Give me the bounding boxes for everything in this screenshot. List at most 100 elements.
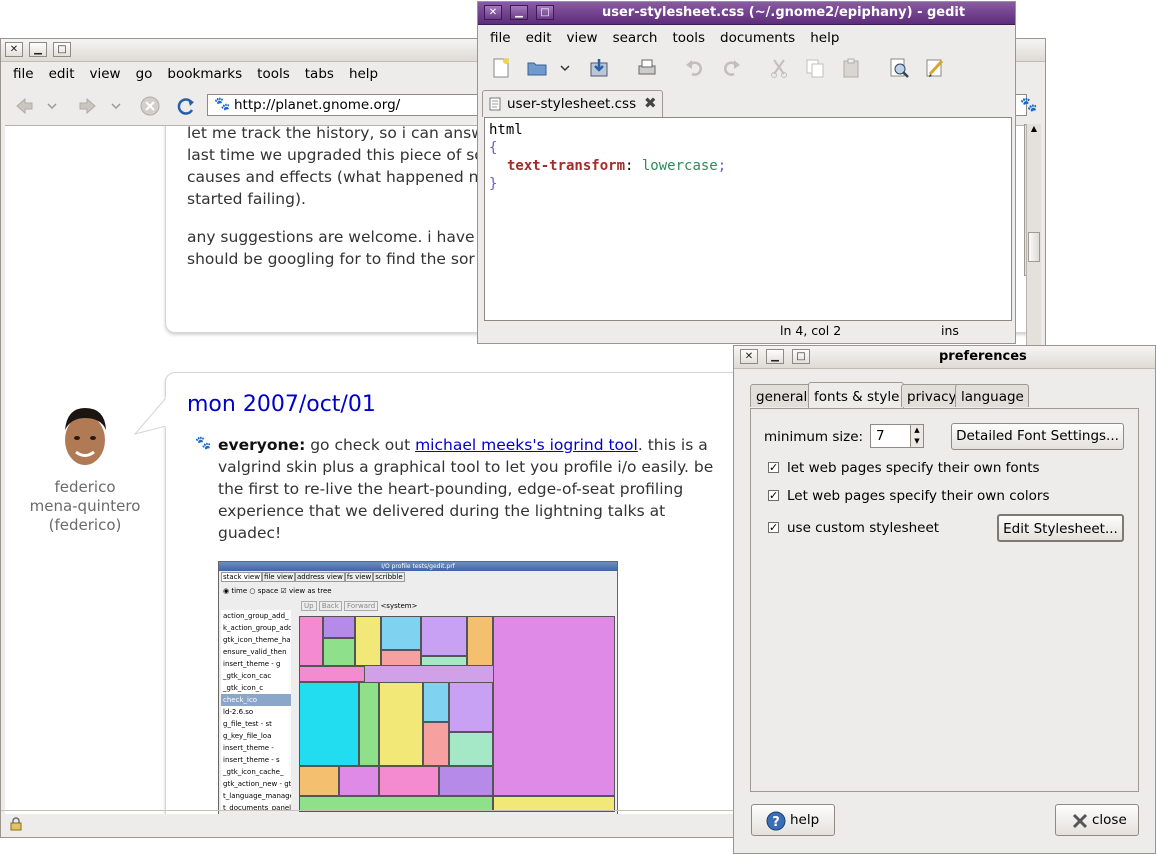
gedit-menu-documents[interactable]: documents xyxy=(713,27,803,46)
iogrind-tree-item[interactable]: _gtk_icon_c xyxy=(221,682,291,694)
iogrind-treemap-tile[interactable] xyxy=(339,766,379,796)
minimize-window-button[interactable]: ▁ xyxy=(766,349,784,364)
forward-history-chevron-icon[interactable] xyxy=(109,95,123,117)
iogrind-tree-item[interactable]: _gtk_icon_cache_ xyxy=(221,766,291,778)
iogrind-tree-item[interactable]: k_action_group_add xyxy=(221,622,291,634)
minimize-window-button[interactable]: ▁ xyxy=(29,42,47,57)
spin-arrows[interactable]: ▲ ▼ xyxy=(910,425,923,447)
checkbox-custom-stylesheet[interactable]: ✓ xyxy=(768,522,779,533)
undo-icon[interactable] xyxy=(684,57,706,79)
minimum-size-spinner[interactable]: 7 ▲ ▼ xyxy=(870,424,924,448)
iogrind-treemap-tile[interactable] xyxy=(299,766,339,796)
iogrind-link[interactable]: michael meeks's iogrind tool xyxy=(415,436,638,454)
checkbox-colors-label[interactable]: Let web pages specify their own colors xyxy=(787,488,1049,504)
post-date-heading[interactable]: mon 2007/oct/01 xyxy=(187,392,376,417)
document-tab[interactable]: user-stylesheet.css ✖ xyxy=(482,90,663,117)
iogrind-tree-item[interactable]: insert_theme - s xyxy=(221,754,291,766)
maximize-window-button[interactable]: □ xyxy=(53,42,71,57)
iogrind-treemap-tile[interactable] xyxy=(359,682,379,766)
iogrind-treemap-tile[interactable] xyxy=(323,616,355,638)
menu-help[interactable]: help xyxy=(342,63,386,82)
menu-tools[interactable]: tools xyxy=(250,63,298,82)
browser-scroll-up-arrow[interactable]: ▲ xyxy=(1028,124,1040,138)
iogrind-treemap-tile[interactable] xyxy=(323,638,355,666)
browser-scroll-thumb[interactable] xyxy=(1028,232,1040,262)
menu-tabs[interactable]: tabs xyxy=(298,63,342,82)
tab-privacy[interactable]: privacy xyxy=(901,384,962,407)
find-icon[interactable] xyxy=(888,57,910,79)
iogrind-treemap-tile[interactable] xyxy=(379,682,423,766)
maximize-window-button[interactable]: □ xyxy=(792,349,810,364)
iogrind-treemap-tile[interactable] xyxy=(423,722,449,766)
menu-edit[interactable]: edit xyxy=(42,63,83,82)
iogrind-treemap-tile[interactable] xyxy=(467,616,493,666)
iogrind-treemap-tile[interactable] xyxy=(299,682,359,766)
menu-bookmarks[interactable]: bookmarks xyxy=(160,63,250,82)
iogrind-treemap-tile[interactable] xyxy=(299,666,365,682)
forward-arrow-icon[interactable] xyxy=(77,95,99,117)
iogrind-tree-item[interactable]: ensure_valid_then xyxy=(221,646,291,658)
iogrind-tree-item[interactable]: gtk_icon_theme_has xyxy=(221,634,291,646)
iogrind-treemap-tile[interactable] xyxy=(381,616,421,650)
minimum-size-value[interactable]: 7 xyxy=(876,428,885,444)
close-window-button[interactable]: ✕ xyxy=(740,349,758,364)
stop-icon[interactable] xyxy=(139,95,161,117)
iogrind-treemap-tile[interactable] xyxy=(421,656,467,666)
gedit-menu-edit[interactable]: edit xyxy=(519,27,560,46)
gedit-menu-tools[interactable]: tools xyxy=(665,27,713,46)
paste-icon[interactable] xyxy=(840,57,862,79)
new-document-icon[interactable] xyxy=(490,57,512,79)
detailed-font-settings-button[interactable]: Detailed Font Settings... xyxy=(951,423,1124,450)
checkbox-fonts-label[interactable]: let web pages specify their own fonts xyxy=(787,460,1040,476)
iogrind-tree-item[interactable]: check_ico xyxy=(221,694,291,706)
iogrind-treemap-tile[interactable] xyxy=(299,616,323,666)
iogrind-tree-item[interactable]: ld-2.6.so xyxy=(221,706,291,718)
checkbox-colors[interactable]: ✓ xyxy=(768,490,779,501)
close-window-button[interactable]: ✕ xyxy=(484,5,502,20)
iogrind-tree-item[interactable]: insert_theme - g xyxy=(221,658,291,670)
maximize-window-button[interactable]: □ xyxy=(536,5,554,20)
minimize-window-button[interactable]: ▁ xyxy=(510,5,528,20)
open-recent-chevron-icon[interactable] xyxy=(558,57,572,79)
iogrind-treemap-tile[interactable] xyxy=(423,682,449,722)
iogrind-treemap-tile[interactable] xyxy=(421,616,467,656)
iogrind-treemap-tile[interactable] xyxy=(379,766,439,796)
save-icon[interactable] xyxy=(588,57,610,79)
iogrind-treemap-tile[interactable] xyxy=(355,616,381,666)
iogrind-tree-item[interactable]: t_language_manage xyxy=(221,790,291,802)
open-folder-icon[interactable] xyxy=(526,57,548,79)
close-button[interactable]: close xyxy=(1055,804,1139,836)
tab-fonts-style[interactable]: fonts & style xyxy=(808,382,905,408)
back-arrow-icon[interactable] xyxy=(13,95,35,117)
menu-view[interactable]: view xyxy=(82,63,128,82)
help-button[interactable]: ? help xyxy=(751,804,835,836)
iogrind-treemap-tile[interactable] xyxy=(381,650,421,666)
gedit-menu-search[interactable]: search xyxy=(606,27,666,46)
replace-icon[interactable] xyxy=(924,57,946,79)
close-window-button[interactable]: ✕ xyxy=(5,42,23,57)
checkbox-fonts[interactable]: ✓ xyxy=(768,462,779,473)
reload-icon[interactable] xyxy=(175,95,197,117)
tab-language[interactable]: language xyxy=(955,384,1029,407)
menu-file[interactable]: file xyxy=(6,63,42,82)
gedit-menu-file[interactable]: file xyxy=(483,27,519,46)
menu-go[interactable]: go xyxy=(129,63,161,82)
edit-stylesheet-button[interactable]: Edit Stylesheet... xyxy=(997,514,1124,542)
close-tab-icon[interactable]: ✖ xyxy=(644,94,657,112)
cut-icon[interactable] xyxy=(768,57,790,79)
iogrind-treemap-tile[interactable] xyxy=(449,682,493,732)
gedit-menu-help[interactable]: help xyxy=(803,27,847,46)
iogrind-tree-item[interactable]: insert_theme - xyxy=(221,742,291,754)
iogrind-tree-item[interactable]: g_file_test - st xyxy=(221,718,291,730)
iogrind-tree-item[interactable]: t_documents_panel xyxy=(221,802,291,810)
tab-general[interactable]: general xyxy=(750,384,813,407)
iogrind-tree-item[interactable]: gtk_action_new - gtk xyxy=(221,778,291,790)
url-text[interactable]: http://planet.gnome.org/ xyxy=(234,97,400,113)
code-editor[interactable]: html { text-transform: lowercase; } xyxy=(484,117,1012,321)
checkbox-custom-stylesheet-label[interactable]: use custom stylesheet xyxy=(787,520,939,536)
iogrind-treemap-tile[interactable] xyxy=(449,732,493,766)
gedit-menu-view[interactable]: view xyxy=(559,27,605,46)
iogrind-tree-item[interactable]: action_group_add_ xyxy=(221,610,291,622)
iogrind-tree-item[interactable]: _gtk_icon_cac xyxy=(221,670,291,682)
redo-icon[interactable] xyxy=(720,57,742,79)
